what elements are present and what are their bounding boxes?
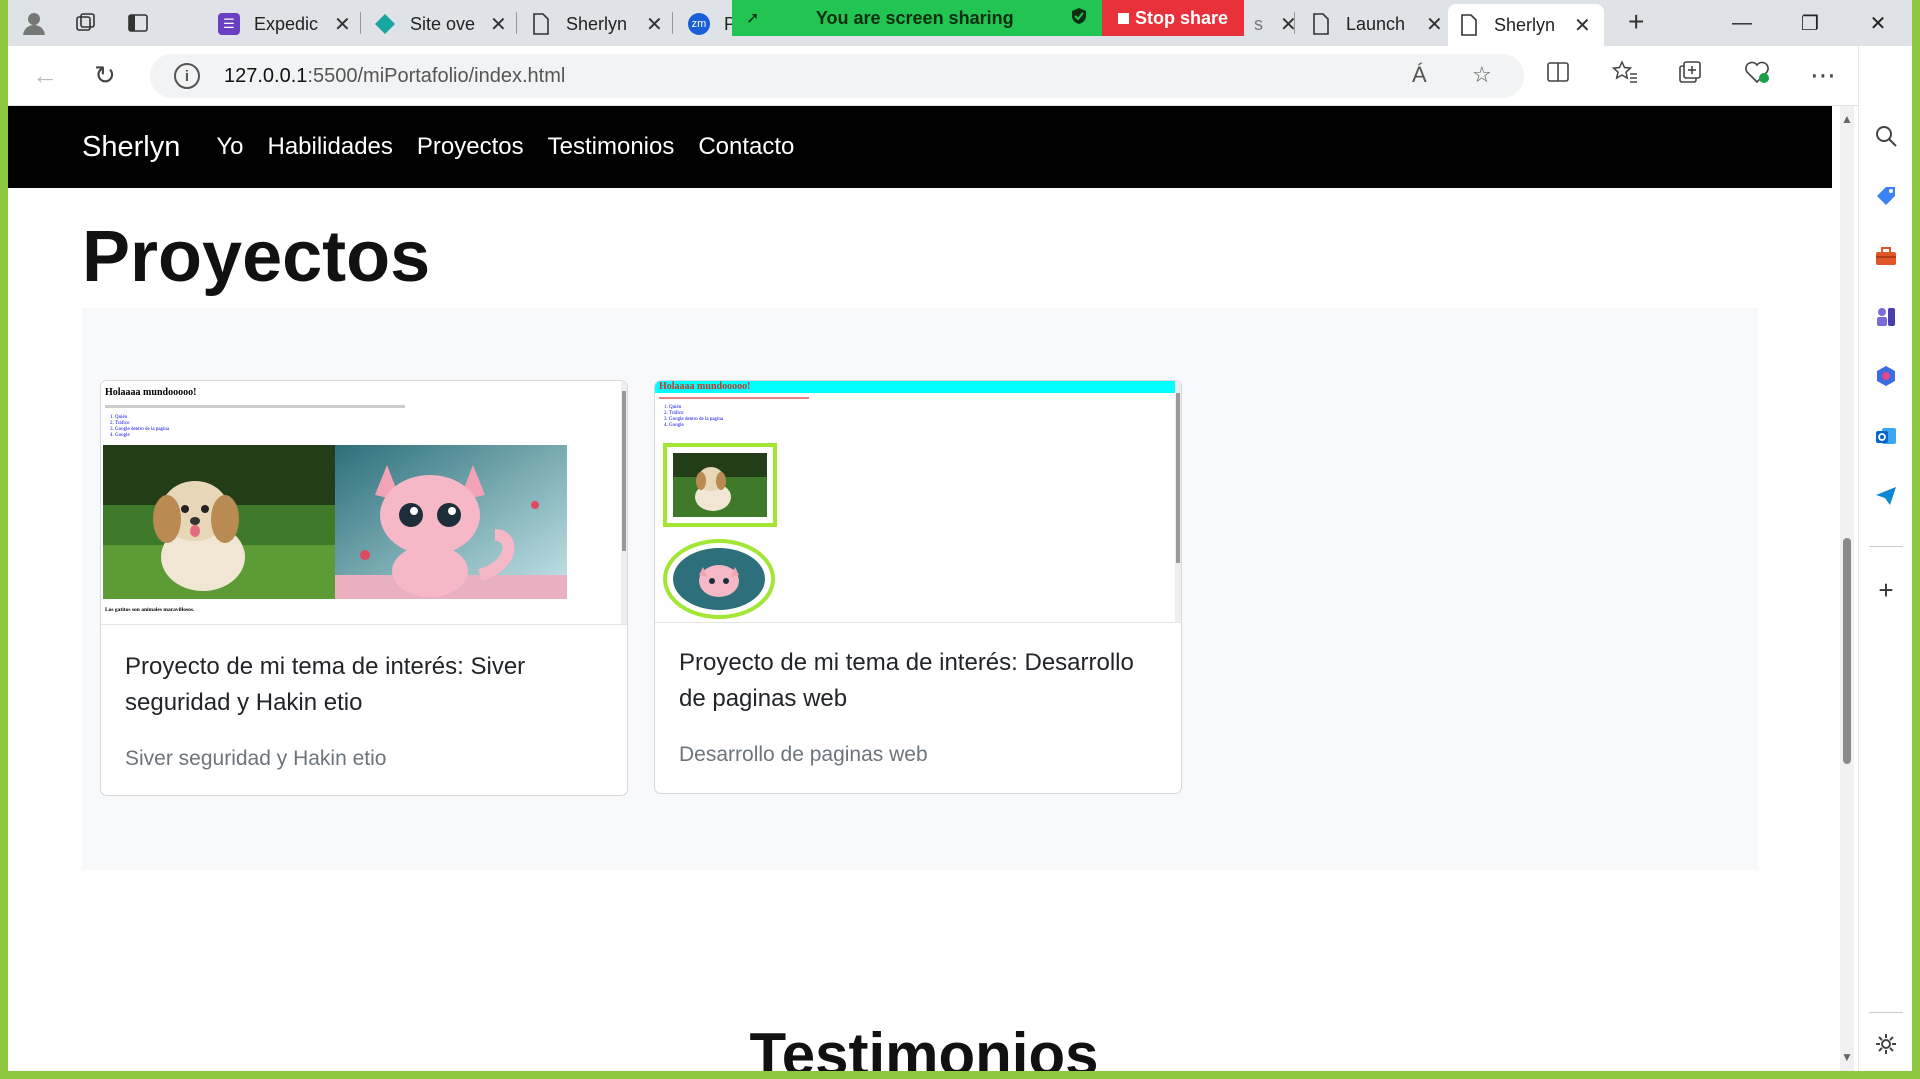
- diamond-icon: [374, 13, 396, 35]
- scroll-down-icon[interactable]: ▼: [1841, 1050, 1853, 1064]
- workspaces-icon[interactable]: [60, 0, 112, 46]
- tab-sherlyn-1[interactable]: Sherlyn ✕: [520, 4, 673, 44]
- window-controls: — ❐ ✕: [1708, 0, 1912, 46]
- drag-handle-icon[interactable]: ➚: [746, 8, 759, 28]
- nav-contacto[interactable]: Contacto: [698, 133, 794, 161]
- project-title: Proyecto de mi tema de interés: Siver se…: [125, 653, 526, 716]
- info-icon[interactable]: i: [174, 63, 200, 89]
- shield-icon: [1070, 7, 1088, 30]
- testimonials-heading: Testimonios: [749, 1021, 1099, 1071]
- nav-testimonios[interactable]: Testimonios: [548, 133, 675, 161]
- scroll-up-icon[interactable]: ▲: [1841, 112, 1853, 126]
- close-tab-icon[interactable]: ✕: [490, 12, 507, 37]
- dog-photo: [103, 445, 335, 599]
- microsoft-365-icon[interactable]: [1872, 362, 1900, 390]
- search-icon[interactable]: [1872, 122, 1900, 150]
- browser-essentials-icon[interactable]: [1744, 60, 1770, 91]
- form-icon: ☰: [218, 13, 240, 35]
- address-bar[interactable]: i 127.0.0.1:5500/miPortafolio/index.html…: [150, 54, 1524, 98]
- favorites-icon[interactable]: [1611, 60, 1638, 91]
- framed-dog-photo: [663, 443, 777, 527]
- shopping-tag-icon[interactable]: [1872, 182, 1900, 210]
- collections-icon[interactable]: [1678, 60, 1702, 91]
- nav-yo[interactable]: Yo: [216, 133, 243, 161]
- projects-section: Holaaaa mundooooo! Quién Tráfico Google …: [82, 308, 1758, 870]
- close-tab-icon[interactable]: ✕: [1426, 12, 1443, 37]
- edge-sidebar: +: [1858, 46, 1912, 1071]
- favorite-star-icon[interactable]: ☆: [1472, 62, 1492, 88]
- tools-icon[interactable]: [1872, 242, 1900, 270]
- zoom-icon: zm: [688, 13, 710, 35]
- settings-gear-icon[interactable]: [1872, 1030, 1900, 1058]
- more-options-icon[interactable]: ⋯: [1810, 60, 1836, 91]
- project-preview-image: Holaaaa mundooooo! Quién Tráfico Google …: [101, 381, 627, 625]
- send-icon[interactable]: [1872, 482, 1900, 510]
- tab-sherlyn-active[interactable]: Sherlyn ✕: [1448, 4, 1604, 46]
- project-subtitle: Siver seguridad y Hakin etio: [125, 747, 387, 770]
- screen-share-banner: ➚ You are screen sharing: [732, 0, 1102, 36]
- profile-icon[interactable]: [8, 0, 60, 46]
- games-icon[interactable]: [1872, 302, 1900, 330]
- outlook-icon[interactable]: [1872, 422, 1900, 450]
- stop-icon: [1117, 12, 1129, 24]
- add-icon[interactable]: +: [1872, 575, 1900, 605]
- tab-launch[interactable]: Launch ✕: [1300, 4, 1453, 44]
- project-title: Proyecto de mi tema de interés: Desarrol…: [679, 649, 1134, 712]
- page-icon: [530, 13, 552, 35]
- brand-link[interactable]: Sherlyn: [82, 131, 180, 164]
- tab-site-overview[interactable]: Site ove ✕: [364, 4, 517, 44]
- browser-window: ☰ Expedic ✕ Site ove ✕ Sherlyn ✕ zm P s: [8, 0, 1912, 1071]
- maximize-icon[interactable]: ❐: [1776, 0, 1844, 46]
- nav-proyectos[interactable]: Proyectos: [417, 133, 524, 161]
- page-scrollbar[interactable]: ▲ ▼: [1840, 106, 1854, 1071]
- page-viewport: Sherlyn Yo Habilidades Proyectos Testimo…: [8, 106, 1840, 1071]
- browser-toolbar: ← ↻ i 127.0.0.1:5500/miPortafolio/index.…: [8, 46, 1912, 106]
- tab-expedic[interactable]: ☰ Expedic ✕: [208, 4, 361, 44]
- close-tab-icon[interactable]: ✕: [334, 12, 351, 37]
- site-navbar: Sherlyn Yo Habilidades Proyectos Testimo…: [8, 106, 1832, 188]
- preview-scrollbar: [1175, 381, 1181, 622]
- tab-hidden[interactable]: s ✕: [1244, 4, 1307, 44]
- close-tab-icon[interactable]: ✕: [1574, 13, 1591, 38]
- project-card[interactable]: Holaaaa mundooooo! Quién Tráfico Google …: [654, 380, 1182, 794]
- page-icon: [1310, 13, 1332, 35]
- new-tab-button[interactable]: +: [1628, 6, 1644, 38]
- project-card[interactable]: Holaaaa mundooooo! Quién Tráfico Google …: [100, 380, 628, 796]
- projects-heading: Proyectos: [82, 217, 431, 297]
- close-tab-icon[interactable]: ✕: [646, 12, 663, 37]
- scroll-thumb[interactable]: [1843, 538, 1851, 764]
- read-aloud-icon[interactable]: Á: [1412, 62, 1427, 88]
- project-subtitle: Desarrollo de paginas web: [679, 743, 928, 766]
- page-icon: [1458, 14, 1480, 36]
- split-screen-icon[interactable]: [1546, 60, 1570, 91]
- tab-actions-icon[interactable]: [112, 0, 164, 46]
- stop-share-button[interactable]: Stop share: [1102, 0, 1244, 36]
- back-icon[interactable]: ←: [32, 60, 58, 91]
- preview-list: Quién Tráfico Google dentro de la pagina…: [669, 405, 723, 429]
- framed-kitten-oval: [663, 539, 775, 619]
- nav-habilidades[interactable]: Habilidades: [267, 133, 392, 161]
- refresh-icon[interactable]: ↻: [94, 60, 116, 91]
- preview-list: Quién Tráfico Google dentro de la pagina…: [115, 415, 169, 439]
- close-window-icon[interactable]: ✕: [1844, 0, 1912, 46]
- kitten-illustration: [335, 445, 567, 599]
- preview-scrollbar: [621, 381, 627, 624]
- project-preview-image: Holaaaa mundooooo! Quién Tráfico Google …: [655, 381, 1181, 623]
- minimize-icon[interactable]: —: [1708, 0, 1776, 46]
